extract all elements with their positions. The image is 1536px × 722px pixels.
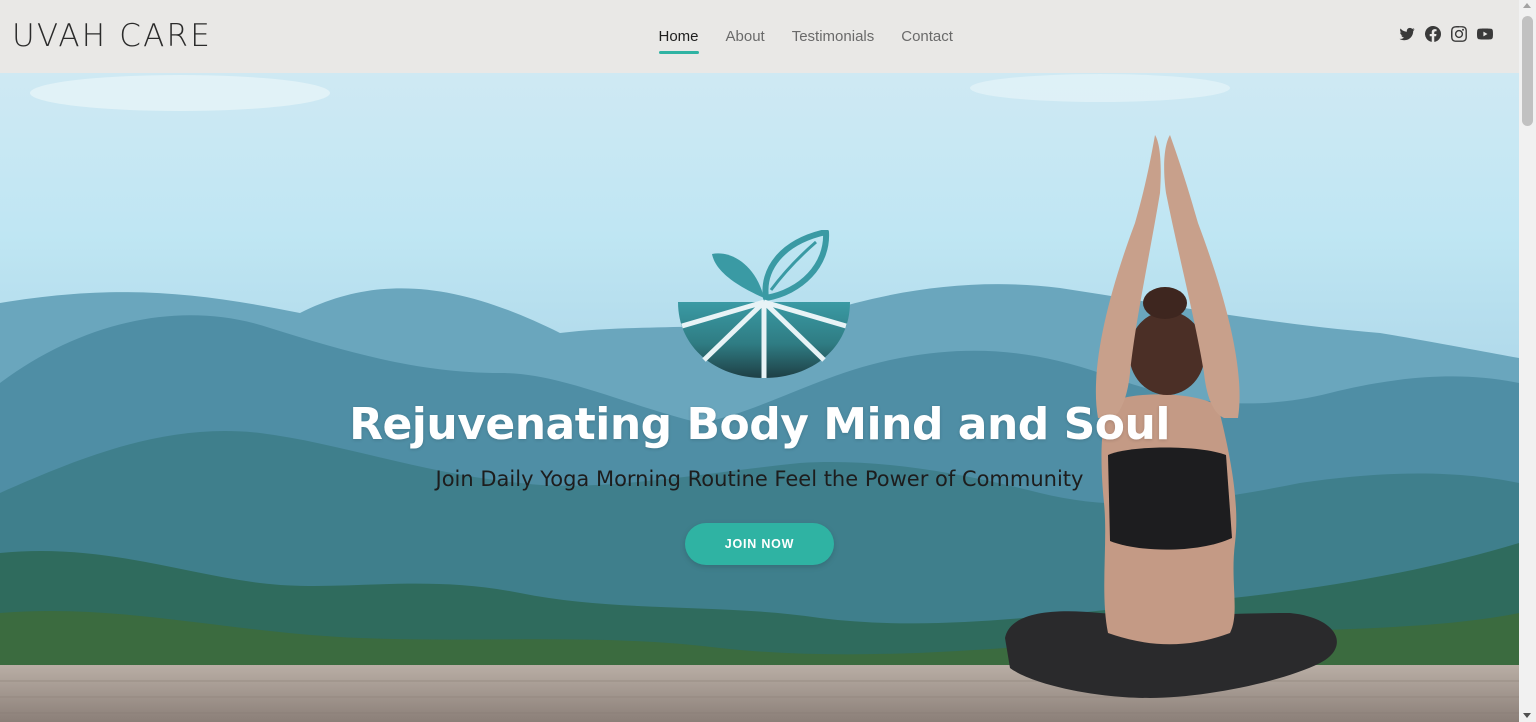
join-now-button[interactable]: JOIN NOW (685, 523, 834, 565)
nav-item-home[interactable]: Home (658, 28, 699, 54)
nav-item-contact[interactable]: Contact (901, 28, 953, 45)
hero-section: Rejuvenating Body Mind and Soul Join Dai… (0, 73, 1519, 722)
site-header: UVAH CARE Home About Testimonials Contac… (0, 0, 1519, 73)
twitter-icon[interactable] (1399, 26, 1415, 42)
hero-background-image (0, 73, 1519, 722)
youtube-icon[interactable] (1477, 26, 1493, 42)
facebook-icon[interactable] (1425, 26, 1441, 42)
main-nav: Home About Testimonials Contact (645, 0, 966, 73)
hero-headline: Rejuvenating Body Mind and Soul (349, 399, 1170, 450)
nav-item-testimonials[interactable]: Testimonials (792, 28, 875, 45)
scroll-up-arrow-icon[interactable] (1523, 3, 1531, 8)
scrollbar-thumb[interactable] (1522, 16, 1533, 126)
brand-logo[interactable]: UVAH CARE (12, 17, 212, 55)
scroll-down-arrow-icon[interactable] (1523, 713, 1531, 718)
leaf-bowl-logo-icon (678, 230, 850, 378)
social-links (1399, 26, 1493, 42)
instagram-icon[interactable] (1451, 26, 1467, 42)
nav-item-about[interactable]: About (726, 28, 765, 45)
hero-subheadline: Join Daily Yoga Morning Routine Feel the… (435, 467, 1084, 491)
page-scrollbar[interactable] (1519, 0, 1536, 722)
